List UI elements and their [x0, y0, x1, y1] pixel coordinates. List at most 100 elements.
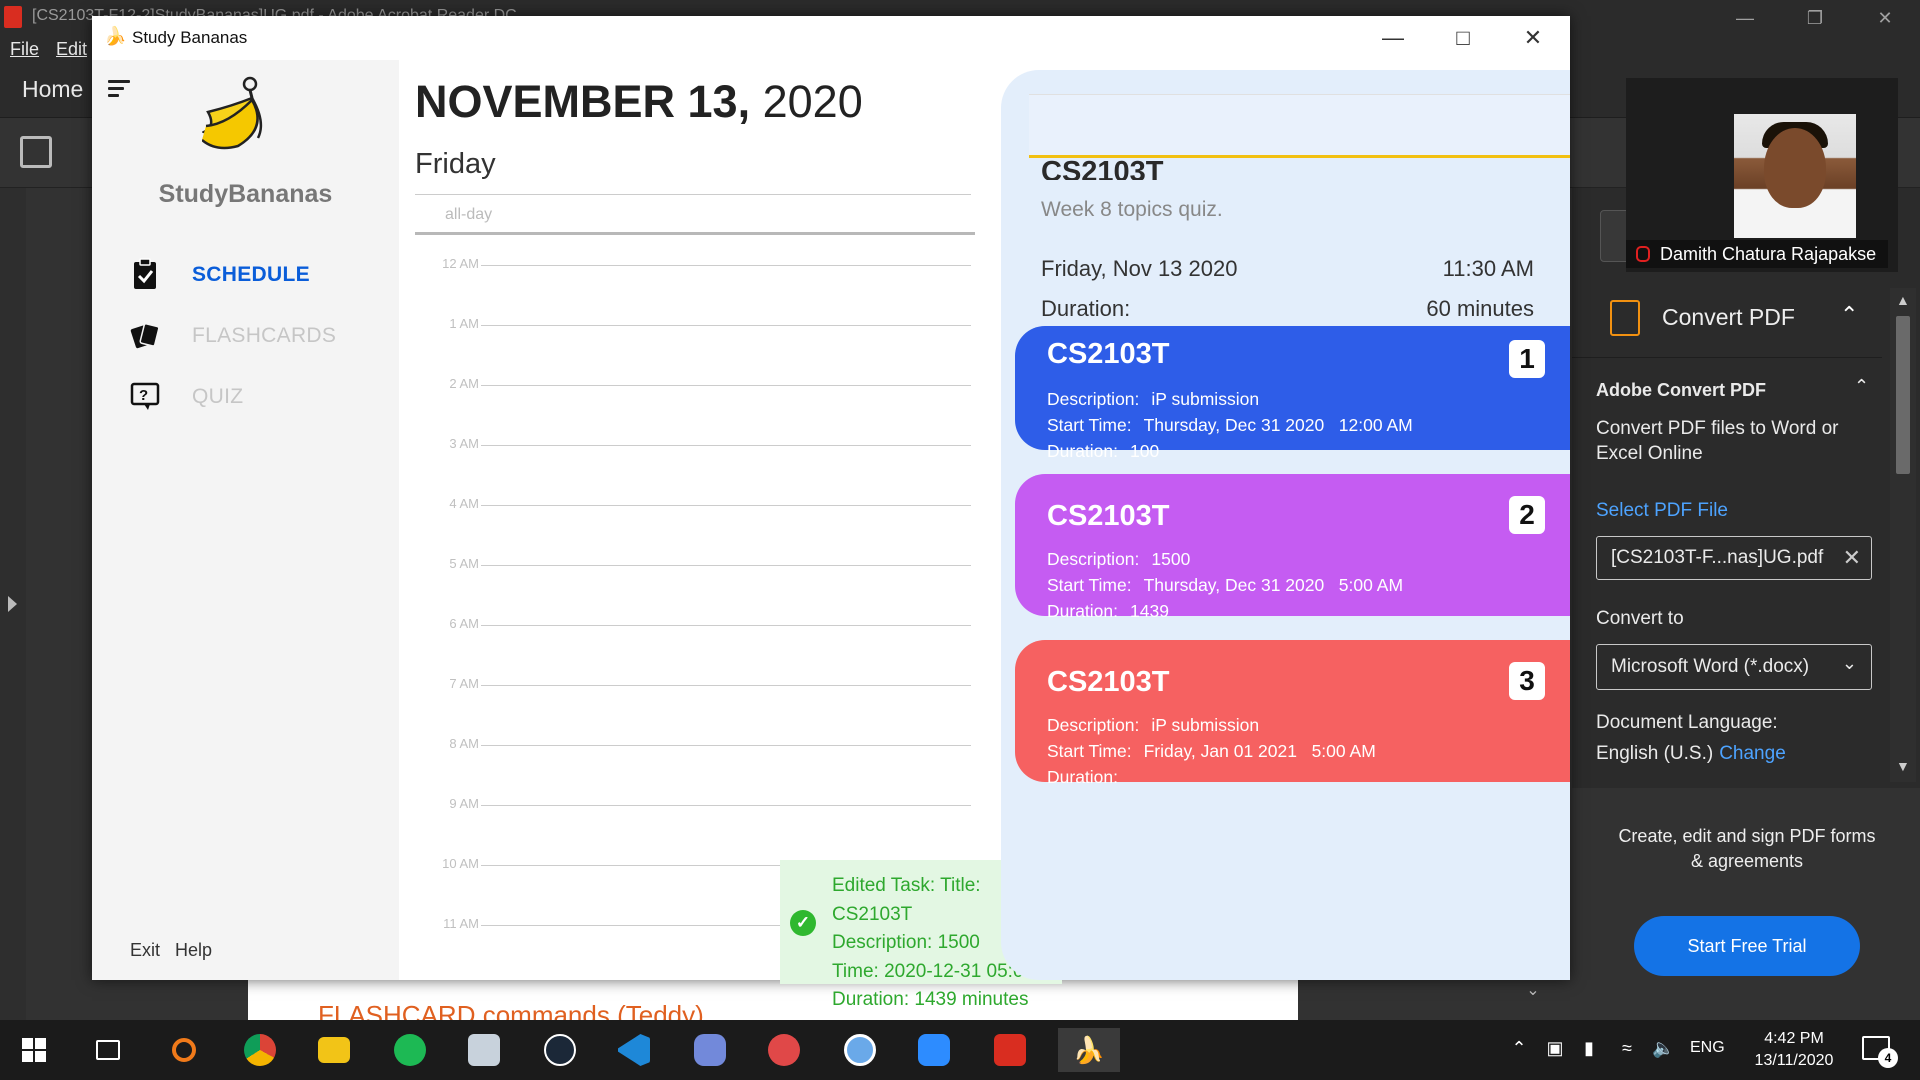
hour-line — [481, 325, 971, 326]
scroll-thumb[interactable] — [1896, 316, 1910, 474]
notification-icon[interactable]: 4 — [1862, 1036, 1898, 1068]
search-icon[interactable] — [162, 1028, 206, 1072]
hour-row[interactable]: 2 AM — [415, 376, 971, 396]
divider — [415, 194, 971, 195]
steam-icon[interactable] — [538, 1028, 582, 1072]
maximize-icon[interactable]: □ — [1428, 16, 1498, 60]
task-card[interactable]: CS2103T 3 Description: iP submission Star… — [1015, 640, 1570, 787]
start-time-label: Start Time: — [1047, 415, 1132, 435]
study-bananas-taskbar-icon[interactable]: 🍌 — [1058, 1028, 1120, 1072]
zoom-icon[interactable] — [912, 1028, 956, 1072]
command-input[interactable] — [1029, 94, 1570, 158]
hour-row[interactable]: 3 AM — [415, 436, 971, 456]
task-card[interactable]: CS2103T 1 Description: iP submission Star… — [1015, 326, 1570, 461]
convert-pdf-header[interactable]: Convert PDF ⌃ — [1572, 288, 1882, 358]
start-button[interactable] — [12, 1028, 56, 1072]
scroll-down-icon[interactable]: ⌄ — [1520, 980, 1546, 1020]
task-index-badge: 2 — [1509, 496, 1545, 534]
calendar-date: NOVEMBER 13, 2020 — [415, 76, 863, 128]
selected-file-field[interactable]: [CS2103T-F...nas]UG.pdf ✕ — [1596, 536, 1872, 580]
tab-home[interactable]: Home — [22, 76, 83, 103]
hour-line — [481, 685, 971, 686]
exit-menu[interactable]: Exit — [130, 940, 160, 960]
task-view-icon[interactable] — [86, 1028, 130, 1072]
close-icon[interactable]: ✕ — [1498, 16, 1568, 60]
select-pdf-link[interactable]: Select PDF File — [1596, 500, 1728, 522]
pane-scrollbar[interactable]: ▲ ▼ — [1890, 288, 1916, 782]
windows-taskbar: 🍌 ⌃ ▣ ▮ ≈ 🔈 ENG 4:42 PM 13/11/2020 4 — [0, 1020, 1920, 1080]
tray-app-icon[interactable]: ▣ — [1544, 1038, 1566, 1060]
help-menu[interactable]: Help — [175, 940, 212, 960]
chevron-up-icon[interactable]: ⌃ — [1854, 376, 1869, 397]
hour-row[interactable]: 9 AM — [415, 796, 971, 816]
hour-label: 7 AM — [449, 676, 479, 691]
volume-icon[interactable]: 🔈 — [1652, 1038, 1674, 1060]
language-indicator[interactable]: ENG — [1690, 1039, 1725, 1057]
hour-row[interactable]: 5 AM — [415, 556, 971, 576]
participant-video — [1734, 114, 1856, 238]
hour-row[interactable]: 12 AM — [415, 256, 971, 276]
restore-icon[interactable]: ❐ — [1780, 0, 1850, 36]
notification-count: 4 — [1878, 1048, 1898, 1068]
menu-icon[interactable] — [108, 80, 132, 101]
day-calendar: NOVEMBER 13, 2020 Friday all-day 12 AM 1 … — [399, 60, 1007, 980]
minimize-icon[interactable]: — — [1358, 16, 1428, 60]
expand-arrow-icon[interactable] — [8, 596, 17, 612]
duration-label: Duration: — [1047, 441, 1119, 461]
hour-row[interactable]: 8 AM — [415, 736, 971, 756]
change-language-link[interactable]: Change — [1719, 743, 1786, 764]
nav-flashcards[interactable]: FLASHCARDS — [130, 317, 390, 357]
acrobat-icon[interactable] — [988, 1028, 1032, 1072]
tray-chevron-up-icon[interactable]: ⌃ — [1508, 1038, 1530, 1060]
task-description: iP submission — [1151, 389, 1260, 409]
task-card[interactable]: CS2103T 2 Description: 1500 Start Time: Th… — [1015, 474, 1570, 621]
upcoming-time: 11:30 AM — [1442, 256, 1534, 281]
scroll-down-icon[interactable]: ▼ — [1896, 758, 1910, 774]
nav-schedule[interactable]: SCHEDULE — [130, 256, 390, 296]
doc-language-value: English (U.S.) — [1596, 743, 1714, 764]
duration-label: Duration: — [1047, 601, 1119, 621]
hour-row[interactable]: 4 AM — [415, 496, 971, 516]
vscode-icon[interactable] — [612, 1028, 656, 1072]
menu-file[interactable]: File — [10, 39, 39, 60]
check-circle-icon: ✓ — [790, 910, 816, 936]
chrome-icon[interactable] — [238, 1028, 282, 1072]
selected-file-name: [CS2103T-F...nas]UG.pdf — [1611, 547, 1824, 568]
upcoming-duration-label: Duration: — [1041, 296, 1131, 321]
scroll-up-icon[interactable]: ▲ — [1896, 292, 1910, 308]
save-icon[interactable] — [20, 136, 52, 168]
nav-quiz[interactable]: ? QUIZ — [130, 378, 390, 418]
hour-row[interactable]: 1 AM — [415, 316, 971, 336]
nav-label: FLASHCARDS — [192, 324, 337, 347]
convert-to-select[interactable]: Microsoft Word (*.docx) ⌄ — [1596, 644, 1872, 690]
hour-row[interactable]: 7 AM — [415, 676, 971, 696]
monitor-app-icon[interactable] — [462, 1028, 506, 1072]
zoom-search-icon[interactable] — [838, 1028, 882, 1072]
hour-label: 2 AM — [449, 376, 479, 391]
spotify-icon[interactable] — [388, 1028, 432, 1072]
clear-icon[interactable]: ✕ — [1843, 545, 1861, 571]
video-call-overlay[interactable]: Damith Chatura Rajapakse — [1626, 78, 1898, 272]
battery-icon[interactable]: ▮ — [1578, 1038, 1600, 1060]
chevron-up-icon[interactable]: ⌃ — [1840, 302, 1858, 328]
paint-icon[interactable] — [762, 1028, 806, 1072]
menu-edit[interactable]: Edit — [56, 39, 87, 60]
participant-namebar: Damith Chatura Rajapakse — [1626, 240, 1888, 268]
discord-icon[interactable] — [688, 1028, 732, 1072]
clock[interactable]: 4:42 PM 13/11/2020 — [1734, 1028, 1854, 1072]
hour-line — [481, 385, 971, 386]
upcoming-duration: 60 minutes — [1426, 296, 1534, 321]
hour-row[interactable]: 6 AM — [415, 616, 971, 636]
hour-line — [481, 565, 971, 566]
wifi-icon[interactable]: ≈ — [1616, 1038, 1638, 1060]
minimize-icon[interactable]: — — [1710, 0, 1780, 36]
brand-name: StudyBananas — [158, 180, 333, 208]
toast-line: Duration: 1439 minutes — [832, 989, 1029, 1010]
close-icon[interactable]: ✕ — [1850, 0, 1920, 36]
convert-pdf-icon — [1610, 300, 1640, 336]
sidebar: StudyBananas SCHEDULE FLASHCARDS ? QUIZ — [92, 60, 399, 980]
convert-pdf-pane: Convert PDF ⌃ Adobe Convert PDF ⌃ Conver… — [1572, 188, 1920, 1020]
file-explorer-icon[interactable] — [312, 1028, 356, 1072]
date-month-day: NOVEMBER 13, — [415, 76, 751, 127]
start-free-trial-button[interactable]: Start Free Trial — [1634, 916, 1860, 976]
